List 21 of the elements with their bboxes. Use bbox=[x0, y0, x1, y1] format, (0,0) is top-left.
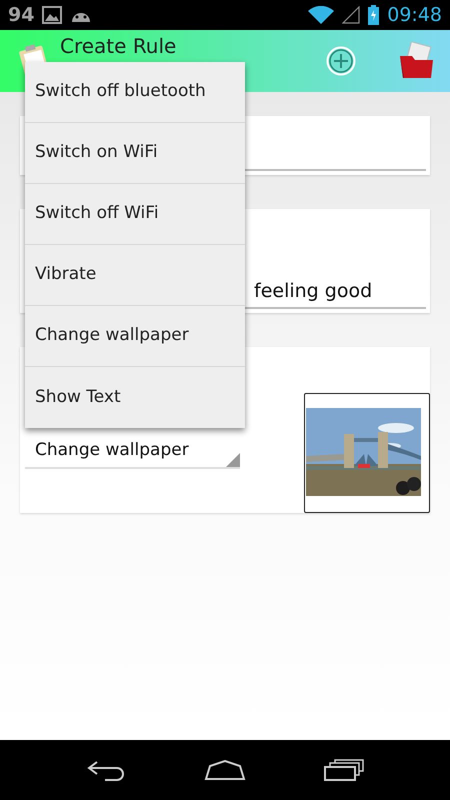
menu-item[interactable]: Switch on WiFi bbox=[25, 123, 245, 184]
image-frame[interactable] bbox=[304, 393, 430, 513]
home-icon[interactable] bbox=[202, 760, 248, 780]
signal-icon bbox=[342, 6, 360, 24]
add-icon[interactable] bbox=[326, 46, 356, 76]
image-icon bbox=[42, 6, 62, 24]
clock: 09:48 bbox=[387, 2, 442, 28]
menu-item[interactable]: Vibrate bbox=[25, 245, 245, 306]
menu-item[interactable]: Change wallpaper bbox=[25, 306, 245, 367]
dropdown[interactable]: Change wallpaper bbox=[25, 438, 240, 469]
menu-item[interactable]: Switch off bluetooth bbox=[25, 62, 245, 123]
text-field[interactable]: feeling good bbox=[244, 276, 426, 309]
notification-count: 94 bbox=[8, 2, 34, 28]
recent-apps-icon[interactable] bbox=[322, 759, 365, 781]
screen-title: Create Rule bbox=[60, 34, 176, 58]
battery-icon bbox=[368, 5, 380, 25]
wifi-icon bbox=[308, 6, 334, 24]
menu-item[interactable]: Show Text bbox=[25, 367, 245, 428]
caret-icon bbox=[226, 453, 240, 467]
menu-item[interactable]: Switch off WiFi bbox=[25, 184, 245, 245]
folder-icon[interactable] bbox=[398, 42, 436, 80]
